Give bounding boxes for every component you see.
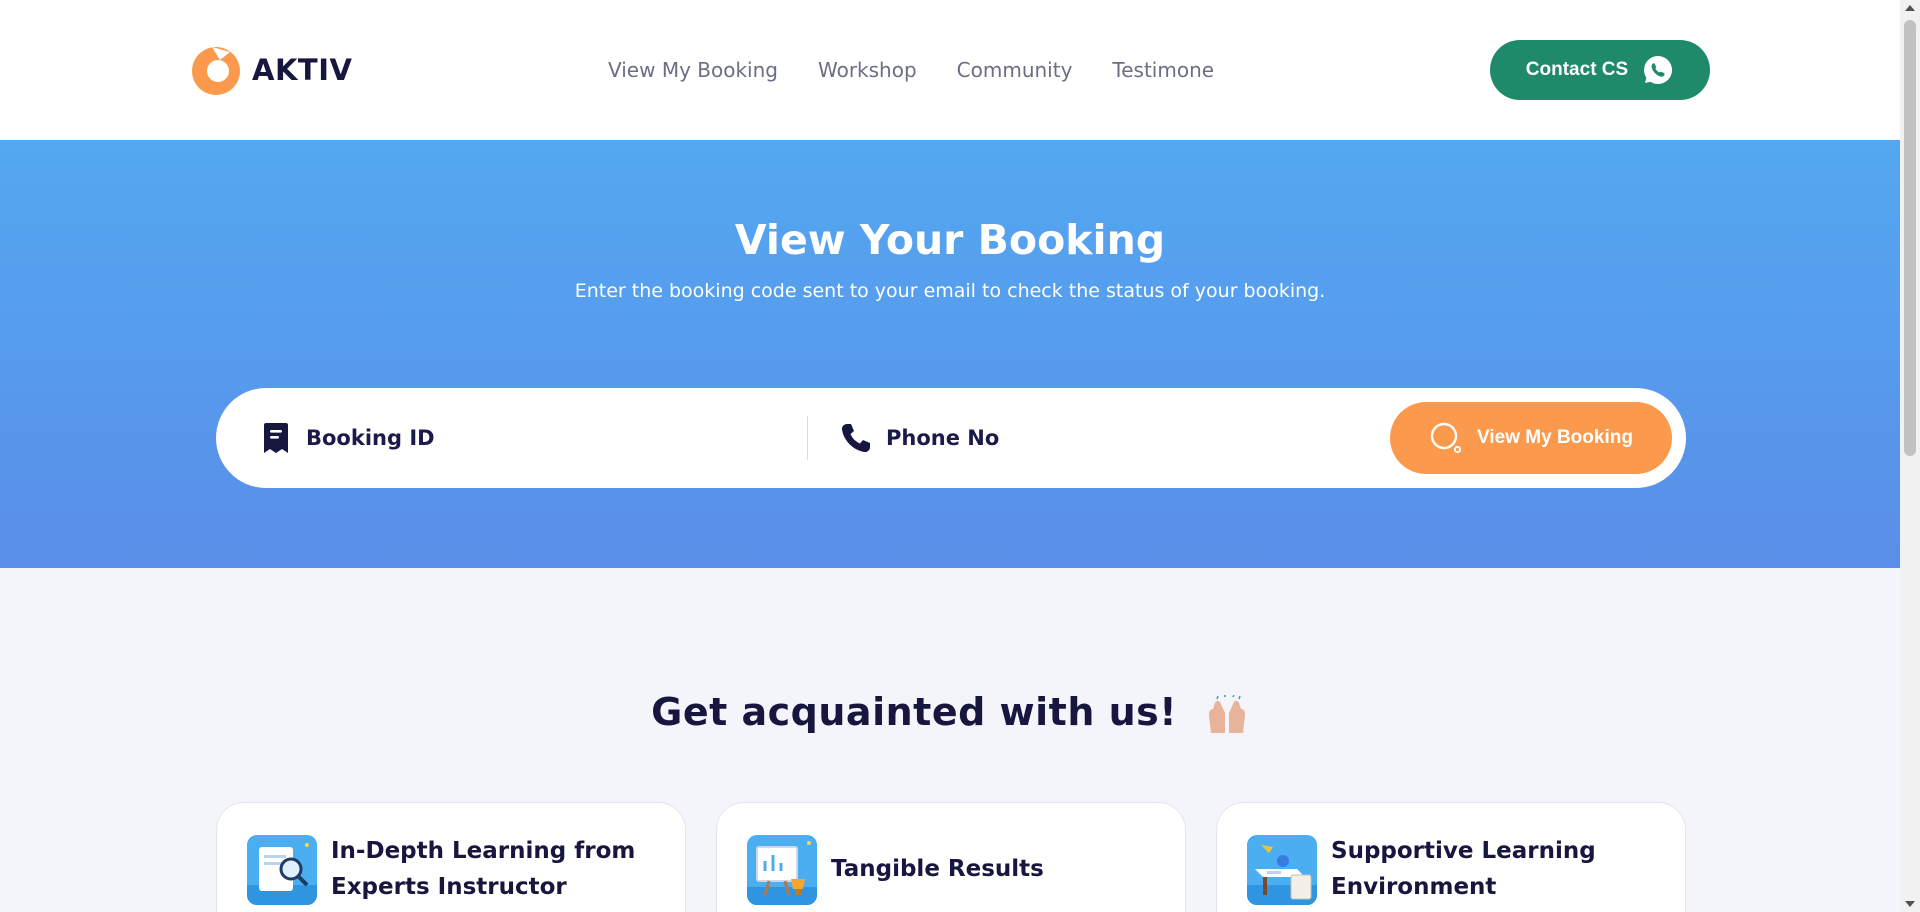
contact-cs-label: Contact CS [1525,59,1629,80]
scrollbar-thumb[interactable] [1904,20,1916,456]
nav-testimone[interactable]: Testimone [1112,56,1214,84]
contact-cs-button[interactable]: Contact CS [1490,40,1710,100]
raising-hands-emoji-icon [1208,694,1245,733]
feature-cards: In-Depth Learning from Experts Instructo… [216,802,1686,912]
scroll-up-arrow-icon[interactable] [1905,5,1915,11]
nav-view-my-booking[interactable]: View My Booking [608,56,778,84]
whiteboard-trophy-icon [747,835,817,905]
section-title: Get acquainted with us! [0,690,1900,735]
feature-card: Supportive Learning Environment [1216,802,1686,912]
logo-text: AKTIV [252,53,353,87]
booking-hero: View Your Booking Enter the booking code… [0,140,1900,568]
aktiv-logo-icon [192,47,240,95]
feature-card-title: In-Depth Learning from Experts Instructo… [331,838,636,900]
nav-community[interactable]: Community [957,56,1073,84]
main-nav: View My Booking Workshop Community Testi… [608,56,1214,84]
whatsapp-icon [1644,55,1673,84]
phone-field-group [840,418,1380,458]
magnifier-document-icon [247,835,317,905]
page-scrollbar[interactable] [1900,0,1920,912]
nav-workshop[interactable]: Workshop [818,56,917,84]
section-title-text: Get acquainted with us! [651,690,1178,734]
view-my-booking-button[interactable]: View My Booking [1390,402,1672,474]
field-divider [807,416,808,460]
phone-input[interactable] [886,426,1326,450]
logo[interactable]: AKTIV [190,44,352,96]
feature-card: Tangible Results [716,802,1186,912]
view-my-booking-label: View My Booking [1477,427,1633,448]
desk-workspace-icon [1247,835,1317,905]
booking-id-input[interactable] [306,426,746,450]
scroll-down-arrow-icon[interactable] [1905,901,1915,907]
top-navbar: AKTIV View My Booking Workshop Community… [0,0,1900,140]
search-icon [1430,422,1462,454]
feature-card-title: Tangible Results [831,856,1044,882]
feature-card-title: Supportive Learning Environment [1331,838,1596,900]
booking-id-field-group [260,418,800,458]
phone-icon [841,424,870,453]
booking-search-form: View My Booking [216,388,1686,488]
page-subtitle: Enter the booking code sent to your emai… [574,280,1326,302]
feature-card: In-Depth Learning from Experts Instructo… [216,802,686,912]
page-title: View Your Booking [734,216,1166,264]
receipt-icon [264,423,288,453]
